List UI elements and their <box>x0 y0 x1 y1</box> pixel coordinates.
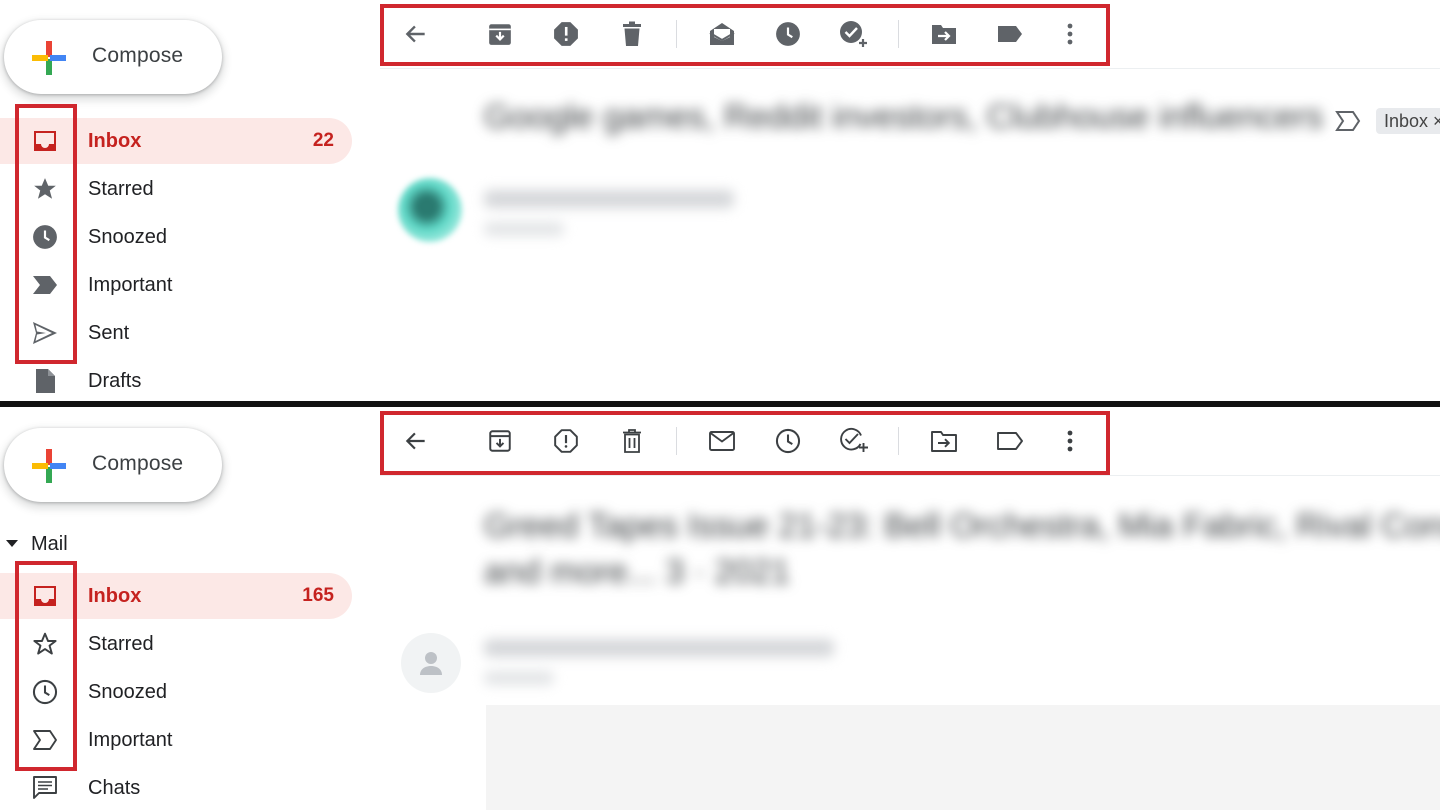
nav-label: Important <box>88 729 173 751</box>
nav-label: Snoozed <box>88 681 167 703</box>
toolbar-separator <box>898 20 899 48</box>
message-subject-line1: Greed Tapes Issue 21-23: Bell Orchestra,… <box>484 507 1440 545</box>
nav-label: Drafts <box>88 370 142 392</box>
snooze-outline-icon[interactable] <box>772 425 804 457</box>
more-vert-icon[interactable] <box>1054 18 1086 50</box>
important-outline-icon <box>30 726 60 754</box>
message-subject: Google games, Reddit investors, Clubhous… <box>484 98 1324 136</box>
move-to-outline-icon[interactable] <box>928 425 960 457</box>
nav-label: Starred <box>88 178 154 200</box>
compose-label: Compose <box>92 44 184 67</box>
archive-outline-icon[interactable] <box>484 425 516 457</box>
toolbar-rule <box>380 68 1440 69</box>
nav-label: Sent <box>88 322 130 344</box>
compose-button[interactable]: Compose <box>4 428 222 502</box>
report-spam-outline-icon[interactable] <box>550 425 582 457</box>
nav-label: Inbox <box>88 130 142 152</box>
nav-item-important[interactable]: Important <box>0 717 352 763</box>
inbox-label-chip[interactable]: Inbox × <box>1376 108 1440 134</box>
nav-item-sent[interactable]: Sent <box>0 310 352 356</box>
mark-unread-filled-icon[interactable] <box>706 18 738 50</box>
nav-label: Inbox <box>88 585 142 607</box>
message-toolbar <box>380 4 1110 64</box>
top-gmail-panel: Compose Inbox 22 Starred Snoozed Importa… <box>0 0 1440 403</box>
nav-item-inbox[interactable]: Inbox 165 <box>0 573 352 619</box>
send-filled-icon <box>30 319 60 347</box>
nav-item-drafts[interactable]: Drafts <box>0 358 352 403</box>
back-arrow-icon[interactable] <box>400 425 432 457</box>
delete-filled-icon[interactable] <box>616 18 648 50</box>
unread-count: 165 <box>302 585 334 606</box>
person-icon <box>420 652 442 675</box>
bottom-gmail-panel: Compose Mail Inbox 165 Starred Snoozed I… <box>0 407 1440 810</box>
delete-outline-icon[interactable] <box>616 425 648 457</box>
inbox-icon <box>30 127 60 155</box>
add-task-outline-icon[interactable] <box>838 425 870 457</box>
compose-button[interactable]: Compose <box>4 20 222 94</box>
inbox-icon <box>30 582 60 610</box>
section-label: Mail <box>31 533 68 555</box>
snooze-filled-icon[interactable] <box>772 18 804 50</box>
more-vert-icon[interactable] <box>1054 425 1086 457</box>
nav-label: Starred <box>88 633 154 655</box>
recipient-line <box>484 222 564 236</box>
sender-line <box>484 190 734 208</box>
chat-outline-icon <box>30 774 60 802</box>
nav-item-starred[interactable]: Starred <box>0 621 352 667</box>
message-toolbar <box>380 411 1110 471</box>
star-outline-icon <box>30 630 60 658</box>
nav-label: Snoozed <box>88 226 167 248</box>
report-spam-filled-icon[interactable] <box>550 18 582 50</box>
mark-unread-outline-icon[interactable] <box>706 425 738 457</box>
toolbar-separator <box>898 427 899 455</box>
nav-item-important[interactable]: Important <box>0 262 352 308</box>
toolbar-rule <box>380 475 1440 476</box>
move-to-filled-icon[interactable] <box>928 18 960 50</box>
mail-section-header[interactable]: Mail <box>6 531 126 559</box>
important-marker-icon[interactable] <box>1332 105 1364 137</box>
draft-filled-icon <box>30 367 60 395</box>
label-filled-icon[interactable] <box>994 18 1026 50</box>
toolbar-separator <box>676 427 677 455</box>
nav-label: Chats <box>88 777 141 799</box>
nav-item-chats[interactable]: Chats <box>0 765 352 810</box>
label-outline-icon[interactable] <box>994 425 1026 457</box>
compose-plus-icon <box>32 41 66 75</box>
archive-filled-icon[interactable] <box>484 18 516 50</box>
clock-outline-icon <box>30 678 60 706</box>
important-filled-icon <box>30 271 60 299</box>
sender-avatar <box>398 178 462 242</box>
message-subject-line2: and more... 3 · 2021 <box>484 553 791 591</box>
recipient-line <box>484 671 554 685</box>
back-arrow-icon[interactable] <box>400 18 432 50</box>
sender-line <box>484 639 834 657</box>
toolbar-separator <box>676 20 677 48</box>
unread-count: 22 <box>312 130 334 151</box>
message-body-preview <box>486 705 1440 810</box>
compose-plus-icon <box>32 449 66 483</box>
nav-item-starred[interactable]: Starred <box>0 166 352 212</box>
star-filled-icon <box>30 175 60 203</box>
sender-avatar <box>401 633 461 693</box>
caret-down-icon <box>6 540 18 547</box>
nav-item-inbox[interactable]: Inbox 22 <box>0 118 352 164</box>
compose-label: Compose <box>92 452 184 475</box>
add-task-filled-icon[interactable] <box>838 18 870 50</box>
clock-filled-icon <box>30 223 60 251</box>
nav-item-snoozed[interactable]: Snoozed <box>0 669 352 715</box>
nav-item-snoozed[interactable]: Snoozed <box>0 214 352 260</box>
nav-label: Important <box>88 274 173 296</box>
